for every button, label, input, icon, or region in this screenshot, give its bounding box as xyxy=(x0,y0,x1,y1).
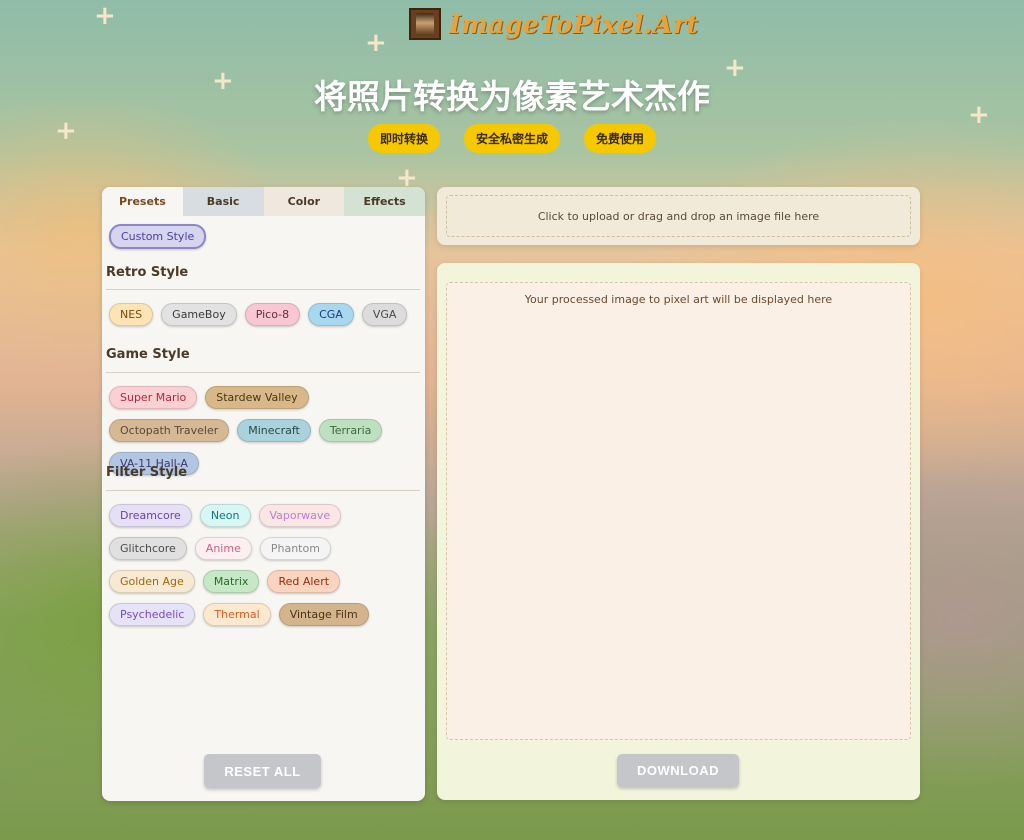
reset-all-button[interactable]: RESET ALL xyxy=(204,754,321,788)
preset-chip[interactable]: Vaporwave xyxy=(258,504,342,527)
upload-panel: Click to upload or drag and drop an imag… xyxy=(437,187,920,245)
divider xyxy=(106,490,420,491)
preset-chip[interactable]: Neon xyxy=(199,504,251,527)
preset-chip[interactable]: Golden Age xyxy=(109,570,195,593)
preset-chip[interactable]: Dreamcore xyxy=(109,504,192,527)
feature-badge: 安全私密生成 xyxy=(463,124,560,153)
feature-badges: 即时转换 安全私密生成 免费使用 xyxy=(0,124,1024,153)
preset-chip[interactable]: NES xyxy=(109,303,154,326)
site-logo[interactable]: ImageToPixel.Art xyxy=(409,8,699,40)
tab-presets[interactable]: Presets xyxy=(102,187,183,216)
preset-chip[interactable]: Pico-8 xyxy=(244,303,301,326)
section-title-game: Game Style xyxy=(106,347,190,362)
preset-chip[interactable]: VGA xyxy=(361,303,408,326)
divider xyxy=(106,372,420,373)
sparkle-decoration: + xyxy=(365,28,387,58)
preset-chip[interactable]: CGA xyxy=(308,303,354,326)
filter-style-chips: Dreamcore Neon Vaporwave Glitchcore Anime Pha… xyxy=(109,504,425,636)
retro-style-chips: NES GameBoy Pico-8 CGA VGA xyxy=(109,303,425,336)
custom-style-chip[interactable]: Custom Style xyxy=(109,224,207,249)
output-placeholder-text: Your processed image to pixel art will b… xyxy=(524,293,833,306)
upload-dropzone[interactable]: Click to upload or drag and drop an imag… xyxy=(446,195,911,237)
preset-chip[interactable]: Minecraft xyxy=(237,419,311,442)
preset-chip[interactable]: Psychedelic xyxy=(109,603,196,626)
tab-effects[interactable]: Effects xyxy=(344,187,425,216)
mona-lisa-logo-icon xyxy=(409,8,441,40)
section-title-retro: Retro Style xyxy=(106,265,189,280)
section-title-filter: Filter Style xyxy=(106,465,188,480)
feature-badge: 免费使用 xyxy=(584,124,657,153)
preset-chip[interactable]: Thermal xyxy=(203,603,271,626)
preset-chip[interactable]: Vintage Film xyxy=(278,603,369,626)
sparkle-decoration: + xyxy=(94,1,116,31)
output-preview: Your processed image to pixel art will b… xyxy=(446,282,911,740)
preset-chip[interactable]: Anime xyxy=(194,537,252,560)
feature-badge: 即时转换 xyxy=(367,124,440,153)
preset-chip[interactable]: Terraria xyxy=(318,419,383,442)
preset-chip[interactable]: Matrix xyxy=(202,570,260,593)
settings-tabs: Presets Basic Color Effects xyxy=(102,187,425,216)
page-headline: 将照片转换为像素艺术杰作 xyxy=(314,77,710,116)
tab-color[interactable]: Color xyxy=(263,187,345,216)
preset-chip[interactable]: GameBoy xyxy=(161,303,237,326)
preset-chip[interactable]: Phantom xyxy=(259,537,331,560)
preset-chip[interactable]: Glitchcore xyxy=(109,537,187,560)
divider xyxy=(106,289,420,290)
preset-chip[interactable]: Octopath Traveler xyxy=(109,419,230,442)
logo-text: ImageToPixel.Art xyxy=(449,9,699,39)
preset-chip[interactable]: Stardew Valley xyxy=(205,386,309,409)
settings-panel: Presets Basic Color Effects Custom Style… xyxy=(102,187,425,801)
tab-basic[interactable]: Basic xyxy=(182,187,264,216)
preset-chip[interactable]: Red Alert xyxy=(267,570,341,593)
output-panel: Your processed image to pixel art will b… xyxy=(437,263,920,800)
preset-chip[interactable]: Super Mario xyxy=(109,386,198,409)
download-button[interactable]: DOWNLOAD xyxy=(617,754,739,787)
